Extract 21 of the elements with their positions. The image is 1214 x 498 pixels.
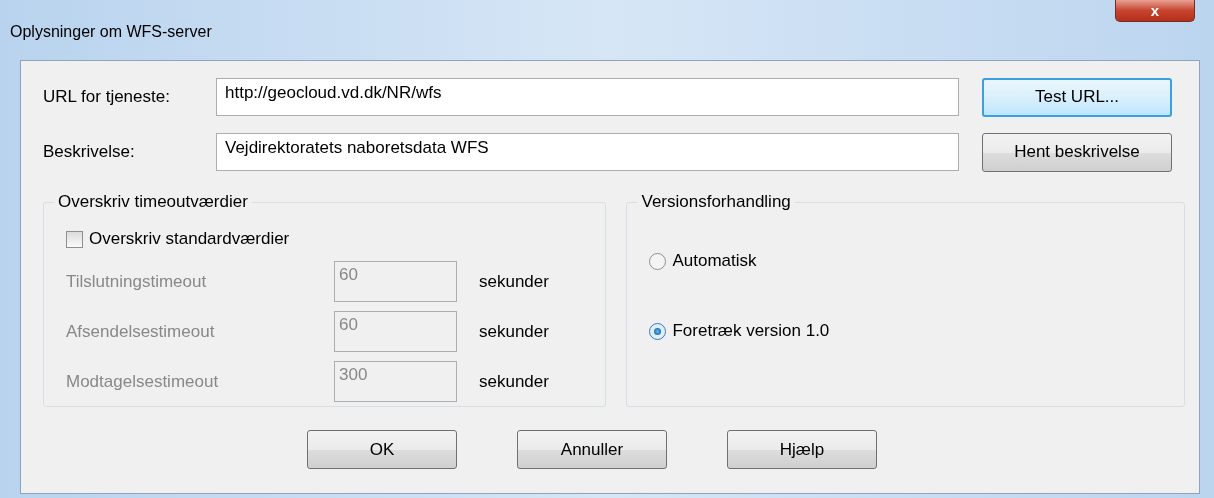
text-field[interactable]: http://geocloud.vd.dk/NR/wfs	[216, 78, 959, 116]
dialog-button[interactable]: Annuller	[517, 430, 667, 469]
unit-label: sekunder	[479, 321, 549, 342]
field-label: Afsendelsestimeout	[66, 321, 216, 342]
dialog-button[interactable]: OK	[307, 430, 457, 469]
text-field[interactable]: Vejdirektoratets naboretsdata WFS	[216, 133, 959, 171]
field-label: URL for tjeneste:	[43, 87, 171, 107]
radio-option[interactable]: Foretræk version 1.0	[649, 321, 1164, 341]
radio-option[interactable]: Automatisk	[649, 251, 1164, 271]
close-button[interactable]: x	[1115, 0, 1195, 22]
unit-label: sekunder	[479, 371, 549, 392]
field-label: Tilslutningstimeout	[66, 271, 208, 292]
action-button[interactable]: Hent beskrivelse	[982, 132, 1172, 172]
override-checkbox[interactable]: Overskriv standardværdier	[66, 229, 586, 249]
group-title: Versionsforhandling	[637, 192, 795, 212]
window-title: Oplysninger om WFS-server	[10, 23, 212, 41]
unit-label: sekunder	[479, 271, 549, 292]
dialog-button[interactable]: Hjælp	[727, 430, 877, 469]
field-label: Modtagelsestimeout	[66, 371, 220, 392]
action-button[interactable]: Test URL...	[982, 77, 1172, 117]
field-label: Beskrivelse:	[43, 142, 136, 162]
